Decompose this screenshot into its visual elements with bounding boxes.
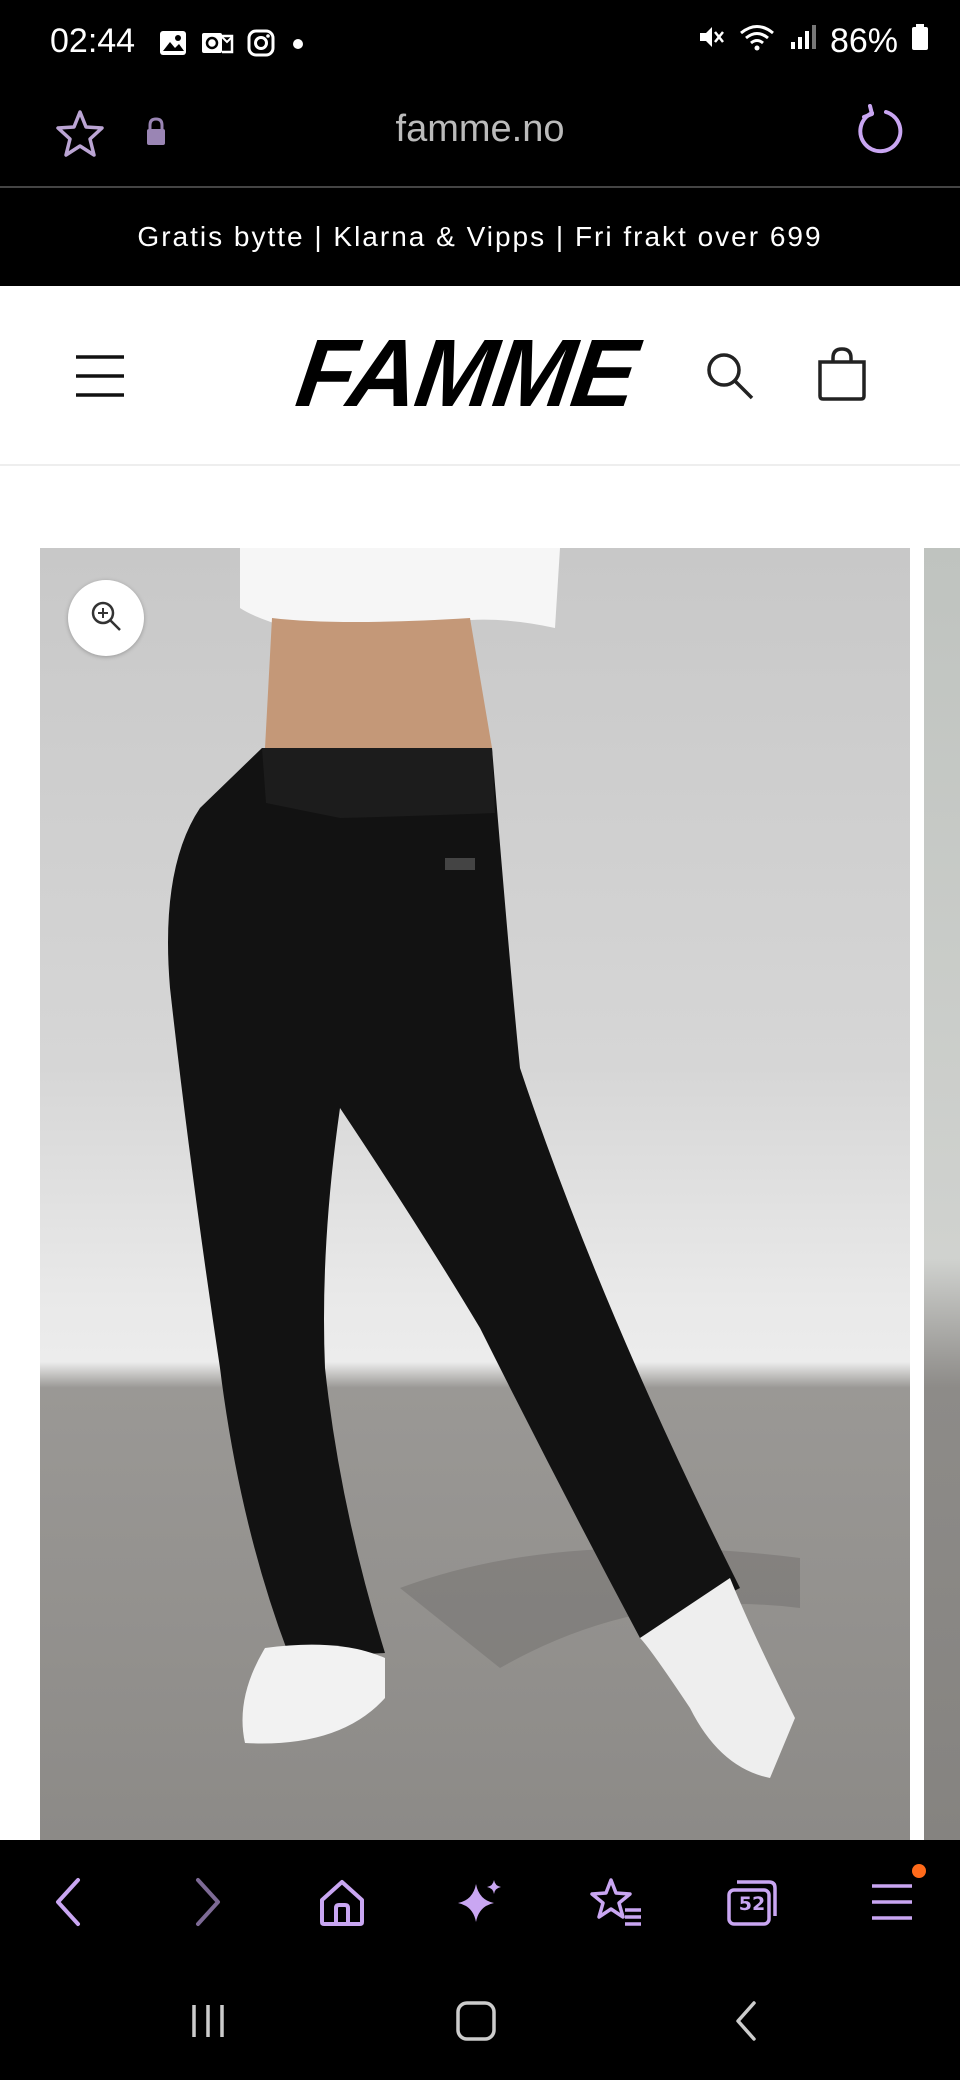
signal-icon — [788, 22, 818, 61]
bookmarks-icon[interactable] — [588, 1874, 644, 1930]
product-photo-illustration — [168, 548, 800, 1778]
battery-icon — [910, 22, 930, 61]
update-badge-dot — [912, 1864, 926, 1878]
tab-count: 52 — [738, 1893, 766, 1915]
mute-icon — [696, 22, 726, 61]
site-logo[interactable]: FAMME — [291, 320, 643, 427]
tabs-icon[interactable]: 52 — [724, 1874, 780, 1930]
reload-icon[interactable] — [850, 104, 906, 160]
browser-menu-icon[interactable] — [864, 1864, 926, 1930]
instagram-icon — [246, 28, 276, 62]
back-icon[interactable] — [40, 1874, 96, 1930]
outlook-icon — [200, 28, 234, 62]
url-text[interactable]: famme.no — [0, 108, 960, 151]
product-image[interactable] — [40, 548, 910, 1840]
gallery-icon — [158, 28, 188, 62]
system-back-icon[interactable] — [716, 1996, 776, 2046]
menu-icon[interactable] — [70, 346, 130, 406]
status-bar: 02:44 86% — [0, 0, 960, 90]
battery-percent: 86% — [829, 22, 898, 60]
next-product-image-peek[interactable] — [924, 548, 960, 1840]
zoom-button[interactable] — [68, 580, 144, 656]
status-notification-icons — [158, 28, 308, 62]
status-system-icons: 86% — [696, 22, 930, 61]
system-navigation-bar — [0, 1960, 960, 2080]
status-time: 02:44 — [50, 22, 136, 60]
ai-sparkle-icon[interactable] — [452, 1874, 508, 1930]
zoom-icon — [89, 599, 123, 637]
cart-icon[interactable] — [812, 342, 872, 406]
wifi-icon — [738, 22, 776, 61]
promo-text: Gratis bytte | Klarna & Vipps | Fri frak… — [137, 221, 823, 252]
system-home-icon[interactable] — [446, 1996, 506, 2046]
forward-icon[interactable] — [180, 1874, 236, 1930]
recents-icon[interactable] — [178, 1996, 238, 2046]
home-icon[interactable] — [314, 1874, 370, 1930]
url-bar[interactable]: famme.no — [0, 90, 960, 188]
browser-toolbar: 52 — [0, 1840, 960, 1960]
notification-dot-icon — [288, 28, 308, 62]
site-header: FAMME — [0, 286, 960, 466]
product-gallery — [0, 466, 960, 1840]
search-icon[interactable] — [700, 346, 760, 406]
promo-banner: Gratis bytte | Klarna & Vipps | Fri frak… — [0, 188, 960, 286]
